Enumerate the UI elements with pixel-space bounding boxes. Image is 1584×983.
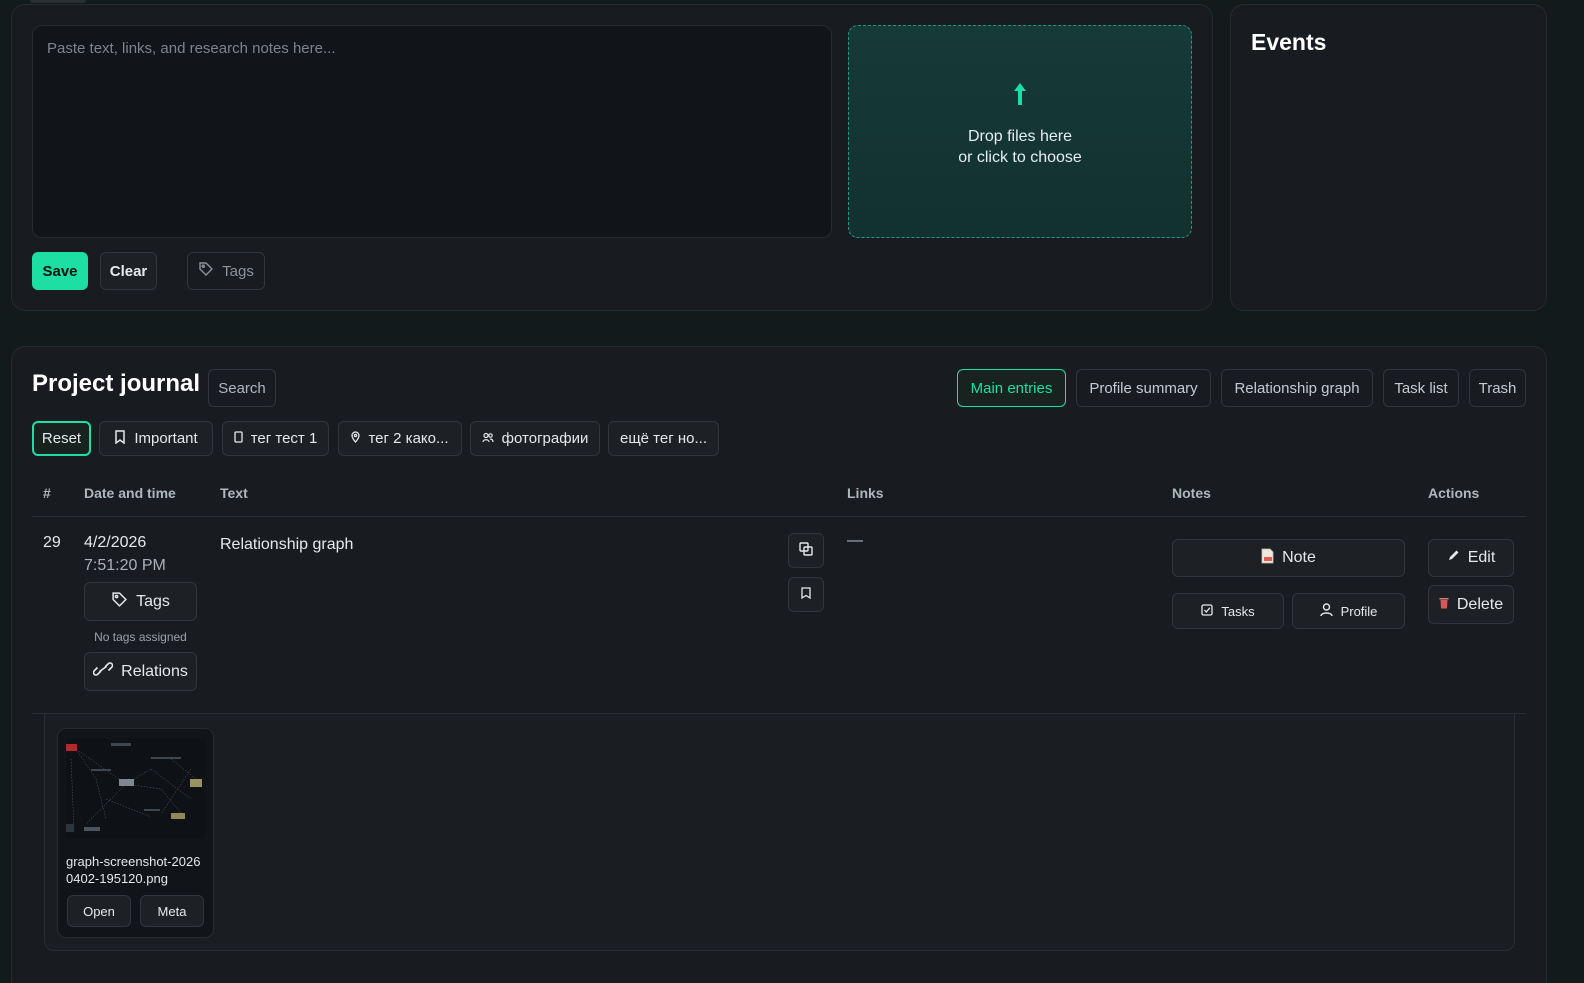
- col-actions: Actions: [1428, 485, 1480, 501]
- copy-icon: [799, 541, 813, 560]
- tag-icon: [111, 591, 128, 613]
- entry-tags-button[interactable]: Tags: [84, 582, 197, 621]
- delete-button[interactable]: Delete: [1428, 585, 1514, 624]
- pin-icon: [351, 430, 361, 447]
- filter-chip-label: Important: [134, 430, 198, 447]
- trash-icon: [1439, 596, 1449, 614]
- people-icon: [482, 430, 494, 447]
- filter-chip-tag-test-1[interactable]: тег тест 1: [222, 421, 329, 456]
- checkbox-icon: [1201, 603, 1214, 619]
- tab-trash[interactable]: Trash: [1469, 369, 1526, 407]
- filter-reset-button[interactable]: Reset: [32, 421, 91, 456]
- entry-text: Relationship graph: [220, 536, 354, 553]
- link-icon: [92, 662, 114, 681]
- delete-label: Delete: [1456, 595, 1504, 613]
- filter-chip-another-tag[interactable]: ещё тег но...: [608, 421, 719, 456]
- entry-number: 29: [43, 534, 61, 551]
- note-icon: [1261, 548, 1274, 569]
- profile-button[interactable]: Profile: [1292, 593, 1405, 629]
- tasks-label: Tasks: [1221, 603, 1255, 619]
- profile-label: Profile: [1340, 603, 1378, 619]
- top-tab-remnant: [30, 0, 86, 3]
- composer-tags-button[interactable]: Tags: [187, 252, 265, 290]
- entry-relations-button[interactable]: Relations: [84, 652, 197, 691]
- composer-tags-label: Tags: [222, 262, 254, 280]
- attachment-meta-button[interactable]: Meta: [140, 895, 204, 927]
- entry-tags-label: Tags: [136, 592, 170, 610]
- filter-chip-photos[interactable]: фотографии: [470, 421, 600, 456]
- document-icon: [234, 430, 243, 447]
- file-dropzone[interactable]: Drop files here or click to choose: [848, 25, 1192, 238]
- events-title: Events: [1251, 29, 1327, 55]
- tab-profile-summary[interactable]: Profile summary: [1076, 369, 1211, 407]
- tab-main-entries[interactable]: Main entries: [957, 369, 1066, 407]
- bookmark-icon: [801, 586, 811, 603]
- entry-date: 4/2/2026: [84, 534, 147, 551]
- journal-title: Project journal: [32, 370, 201, 397]
- entry-time: 7:51:20 PM: [84, 557, 166, 574]
- attachment-open-button[interactable]: Open: [67, 895, 131, 927]
- col-date-time: Date and time: [84, 485, 176, 501]
- user-icon: [1319, 602, 1333, 620]
- filter-chip-label: тег тест 1: [250, 430, 318, 447]
- notes-textarea[interactable]: [32, 25, 832, 238]
- edit-button[interactable]: Edit: [1428, 539, 1514, 577]
- edit-label: Edit: [1467, 549, 1496, 566]
- filter-chip-tag-2[interactable]: тег 2 како...: [338, 421, 462, 456]
- tab-task-list[interactable]: Task list: [1383, 369, 1459, 407]
- dropzone-line2: or click to choose: [958, 149, 1082, 166]
- tag-icon: [198, 261, 214, 281]
- entry-links: —: [847, 532, 863, 549]
- col-links: Links: [847, 485, 884, 501]
- filter-chip-important[interactable]: Important: [99, 421, 213, 456]
- attachment-thumbnail[interactable]: [66, 739, 205, 839]
- bookmark-entry-button[interactable]: [788, 577, 824, 612]
- col-notes: Notes: [1172, 485, 1211, 501]
- filter-chip-label: тег 2 како...: [368, 430, 449, 447]
- upload-arrow-icon: [1012, 81, 1028, 112]
- header-divider: [32, 516, 1526, 517]
- note-label: Note: [1282, 549, 1316, 566]
- filter-chip-label: фотографии: [501, 430, 589, 447]
- pencil-icon: [1447, 549, 1460, 567]
- col-number: #: [43, 485, 51, 501]
- clear-button[interactable]: Clear: [100, 252, 157, 290]
- dropzone-line1: Drop files here: [967, 128, 1073, 145]
- tasks-button[interactable]: Tasks: [1172, 593, 1284, 629]
- no-tags-text: No tags assigned: [94, 630, 187, 644]
- col-text: Text: [220, 485, 248, 501]
- attachments-container: [44, 714, 1515, 951]
- note-button[interactable]: Note: [1172, 539, 1405, 577]
- copy-entry-button[interactable]: [788, 533, 824, 568]
- save-button[interactable]: Save: [32, 252, 88, 290]
- bookmark-icon: [114, 429, 126, 448]
- attachment-filename: graph-screenshot-20260402-195120.png: [66, 854, 201, 886]
- tab-relationship-graph[interactable]: Relationship graph: [1221, 369, 1373, 407]
- entry-relations-label: Relations: [121, 662, 188, 680]
- search-button[interactable]: Search: [208, 369, 276, 407]
